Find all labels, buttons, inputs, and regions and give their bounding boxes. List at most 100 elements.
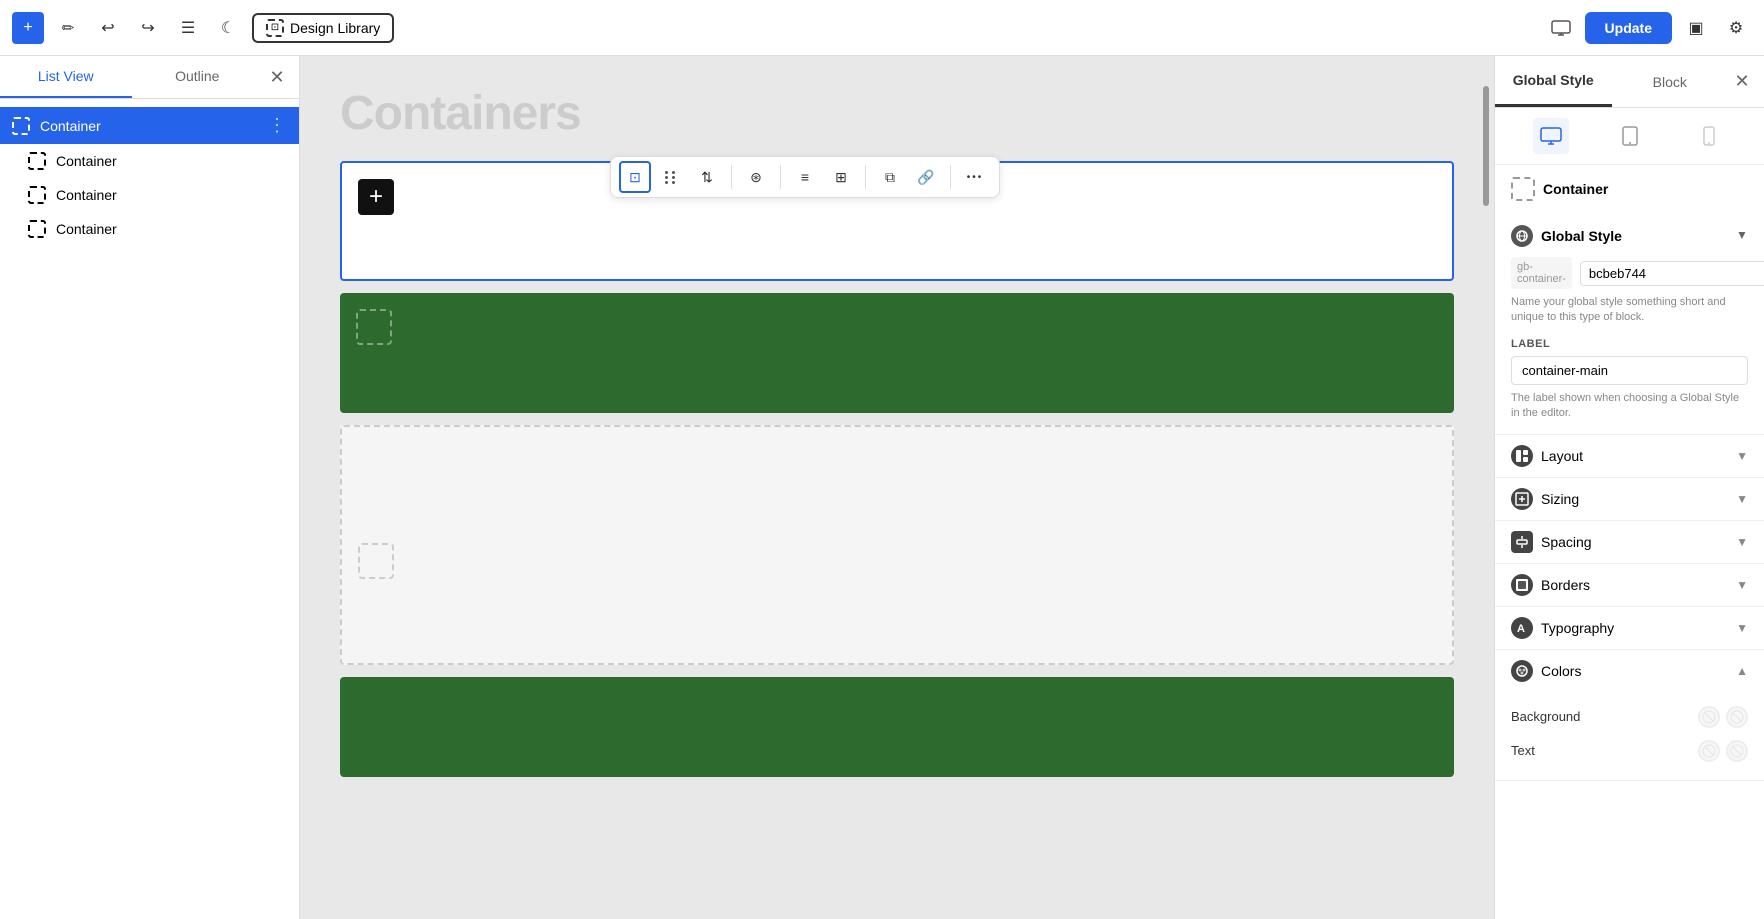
pencil-icon: ✏ xyxy=(62,19,75,37)
link-button[interactable]: 🔗 xyxy=(910,161,942,193)
tab-outline[interactable]: Outline xyxy=(132,56,264,98)
block-toolbar: ⊡ ⇅ ⊛ ≡ xyxy=(610,156,1000,198)
more-options-button[interactable]: ••• xyxy=(959,161,991,193)
sidebar-items: Container ⋮ Container Container Containe… xyxy=(0,99,299,254)
background-color-clear-2[interactable] xyxy=(1726,706,1748,728)
link-icon: 🔗 xyxy=(917,169,934,186)
select-icon: ⊡ xyxy=(629,169,641,186)
global-style-icon xyxy=(1511,225,1533,247)
sidebar-tabs: List View Outline ✕ xyxy=(0,56,299,99)
colors-title: Colors xyxy=(1541,663,1728,679)
text-color-row: Text xyxy=(1511,734,1748,768)
grid-button[interactable]: ⊞ xyxy=(825,161,857,193)
right-sidebar-close-button[interactable]: ✕ xyxy=(1728,68,1756,96)
sidebar-close-button[interactable]: ✕ xyxy=(263,63,291,91)
borders-section[interactable]: Borders ▼ xyxy=(1495,564,1764,607)
container-block-3[interactable] xyxy=(340,425,1454,665)
tab-global-style[interactable]: Global Style xyxy=(1495,56,1612,107)
chevron-up-icon: ▲ xyxy=(1736,229,1748,243)
container-block-2[interactable] xyxy=(340,293,1454,413)
mobile-button[interactable] xyxy=(1691,118,1727,154)
text-color-controls xyxy=(1698,740,1748,762)
settings-icon: ⚙ xyxy=(1729,18,1743,38)
panel-icon: ▣ xyxy=(1688,18,1703,38)
typography-title: Typography xyxy=(1541,620,1728,636)
container-icon xyxy=(12,117,30,135)
global-style-header[interactable]: Global Style ▲ xyxy=(1511,225,1748,247)
text-color-clear-1[interactable] xyxy=(1698,740,1720,762)
gb-id-input[interactable] xyxy=(1580,261,1764,286)
list-item[interactable]: Container ⋮ xyxy=(0,107,299,144)
plus-icon: + xyxy=(23,19,32,37)
toggle-panel-button[interactable]: ▣ xyxy=(1680,12,1712,44)
add-block-button[interactable]: + xyxy=(358,179,394,215)
add-button[interactable]: + xyxy=(12,12,44,44)
label-input[interactable] xyxy=(1511,356,1748,385)
tablet-icon xyxy=(1622,126,1638,146)
background-color-row: Background xyxy=(1511,700,1748,734)
sidebar-item-label: Container xyxy=(40,118,258,134)
list-item[interactable]: Container xyxy=(0,178,299,212)
label-heading: LABEL xyxy=(1511,338,1748,350)
update-button[interactable]: Update xyxy=(1585,12,1672,44)
borders-icon xyxy=(1511,574,1533,596)
global-style-title: Global Style xyxy=(1541,228,1728,244)
align-button[interactable]: ≡ xyxy=(789,161,821,193)
spacing-section[interactable]: Spacing ▼ xyxy=(1495,521,1764,564)
close-icon: ✕ xyxy=(269,67,284,88)
design-library-icon: ⊡ xyxy=(266,19,284,37)
layout-section[interactable]: Layout ▼ xyxy=(1495,435,1764,478)
right-sidebar-tabs: Global Style Block ✕ xyxy=(1495,56,1764,108)
tablet-button[interactable] xyxy=(1612,118,1648,154)
colors-section-header[interactable]: Colors ▲ xyxy=(1495,650,1764,692)
grid-icon: ⊞ xyxy=(835,169,847,186)
redo-button[interactable]: ↪ xyxy=(132,12,164,44)
design-library-label: Design Library xyxy=(290,20,380,36)
background-color-clear-1[interactable] xyxy=(1698,706,1720,728)
list-item[interactable]: Container xyxy=(0,212,299,246)
chevron-down-icon: ▼ xyxy=(1736,492,1748,506)
canvas-title: Containers xyxy=(300,76,1494,161)
sizing-section[interactable]: Sizing ▼ xyxy=(1495,478,1764,521)
main-area: List View Outline ✕ Container ⋮ Containe… xyxy=(0,56,1764,919)
monitor-button[interactable] xyxy=(1545,12,1577,44)
sidebar-item-label: Container xyxy=(56,221,287,237)
colors-icon xyxy=(1511,660,1533,682)
dots-button[interactable] xyxy=(655,161,687,193)
desktop-button[interactable] xyxy=(1533,118,1569,154)
global-style-section: Global Style ▲ gb-container- 🔒 Name your… xyxy=(1495,213,1764,435)
undo-button[interactable]: ↩ xyxy=(92,12,124,44)
settings-button[interactable]: ⚙ xyxy=(1720,12,1752,44)
dark-mode-button[interactable]: ☾ xyxy=(212,12,244,44)
close-icon: ✕ xyxy=(1734,71,1749,92)
desktop-icon xyxy=(1540,127,1562,145)
borders-title: Borders xyxy=(1541,577,1728,593)
select-block-button[interactable]: ⊡ xyxy=(619,161,651,193)
toolbar-divider xyxy=(950,165,951,189)
design-library-button[interactable]: ⊡ Design Library xyxy=(252,13,394,43)
label-helper-text: The label shown when choosing a Global S… xyxy=(1511,391,1748,422)
pencil-button[interactable]: ✏ xyxy=(52,12,84,44)
updown-button[interactable]: ⇅ xyxy=(691,161,723,193)
typography-icon: A xyxy=(1511,617,1533,639)
redo-icon: ↪ xyxy=(141,18,154,38)
list-item[interactable]: Container xyxy=(0,144,299,178)
plus-icon: + xyxy=(369,183,383,211)
sidebar-item-label: Container xyxy=(56,187,287,203)
scrollbar[interactable] xyxy=(1482,56,1490,919)
typography-section[interactable]: A Typography ▼ xyxy=(1495,607,1764,650)
text-label: Text xyxy=(1511,743,1698,758)
list-view-button[interactable]: ☰ xyxy=(172,12,204,44)
background-color-controls xyxy=(1698,706,1748,728)
text-color-clear-2[interactable] xyxy=(1726,740,1748,762)
dots-icon xyxy=(665,171,677,184)
tab-list-view[interactable]: List View xyxy=(0,56,132,98)
monitor-icon xyxy=(1551,20,1571,36)
gb-id-row: gb-container- 🔒 xyxy=(1511,257,1748,289)
tab-block[interactable]: Block xyxy=(1612,58,1729,106)
target-button[interactable]: ⊛ xyxy=(740,161,772,193)
container-block-4[interactable] xyxy=(340,677,1454,777)
gb-prefix: gb-container- xyxy=(1511,257,1572,289)
moon-icon: ☾ xyxy=(221,18,235,38)
copy-button[interactable]: ⧉ xyxy=(874,161,906,193)
